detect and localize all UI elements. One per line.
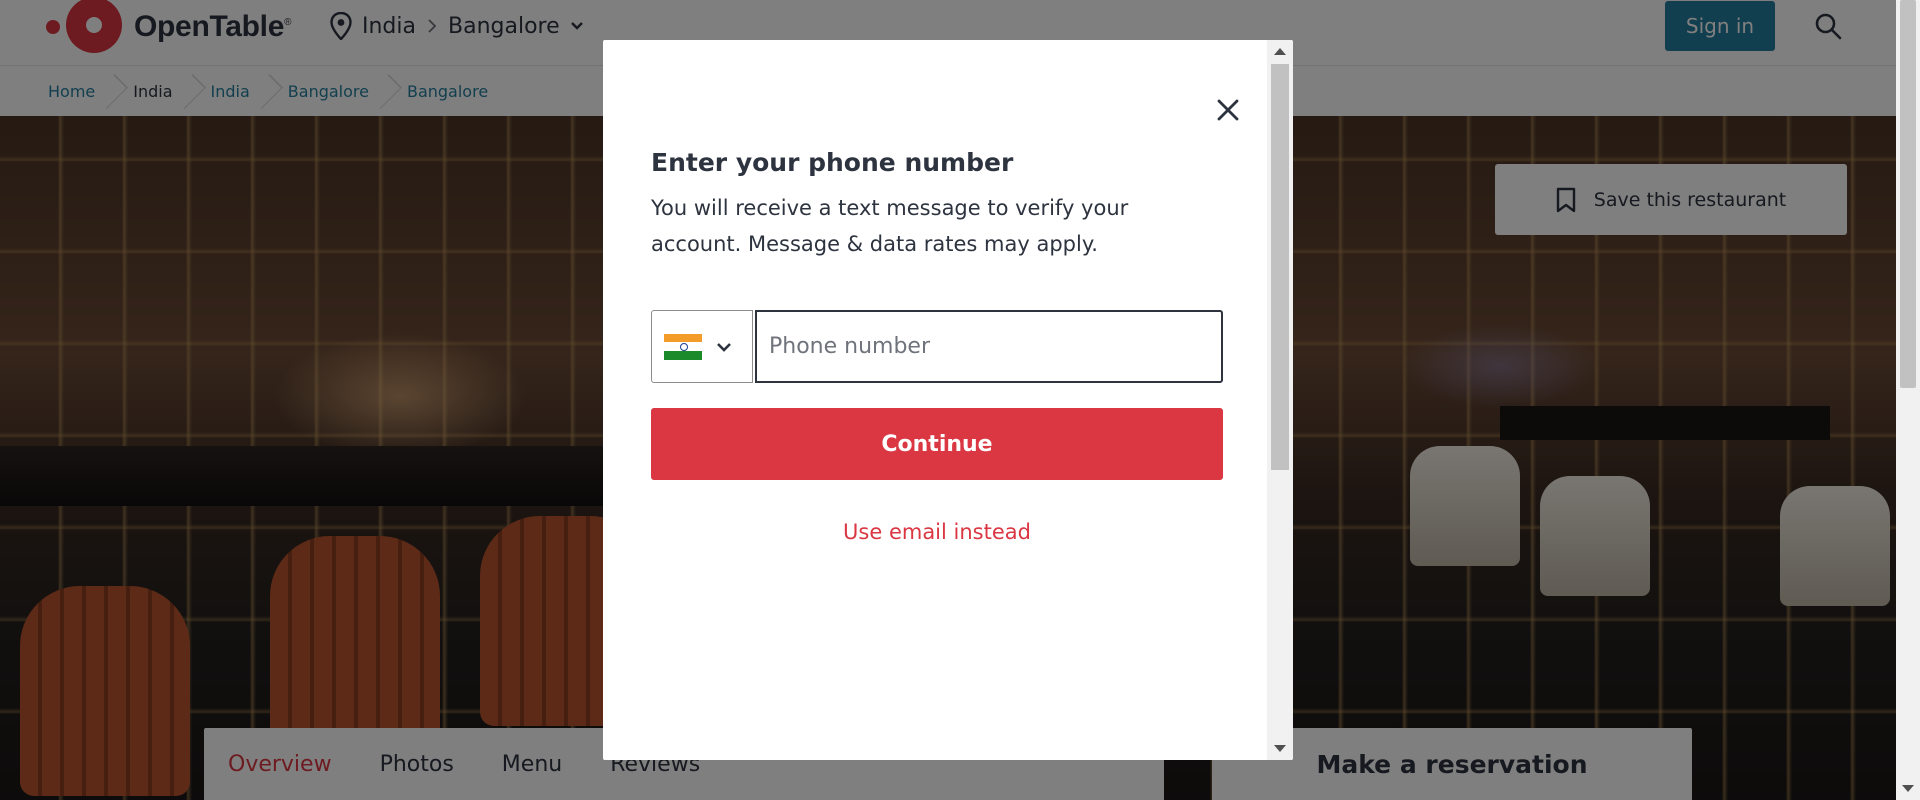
modal-scrollbar-thumb[interactable] [1271,64,1289,470]
modal-scroll-down-arrow[interactable] [1274,745,1286,752]
page-scrollbar[interactable] [1896,0,1920,800]
close-button[interactable] [1210,92,1246,128]
india-flag-icon [664,333,702,360]
modal-title: Enter your phone number [651,148,1014,177]
modal-description: You will receive a text message to verif… [651,196,1129,256]
use-email-link: Use email instead [651,520,1223,544]
phone-number-input[interactable] [755,310,1223,383]
continue-button[interactable]: Continue [651,408,1223,480]
modal-scroll-up-arrow[interactable] [1274,48,1286,55]
page-scroll-down-arrow[interactable] [1902,785,1914,792]
use-email-instead-link[interactable]: Use email instead [843,520,1031,544]
modal-scrollbar[interactable] [1267,40,1293,760]
close-icon [1217,99,1239,121]
page-scrollbar-thumb[interactable] [1900,0,1916,388]
chevron-down-icon [717,342,731,352]
country-code-select[interactable] [651,310,753,383]
phone-verification-modal: Enter your phone number You will receive… [603,40,1293,760]
